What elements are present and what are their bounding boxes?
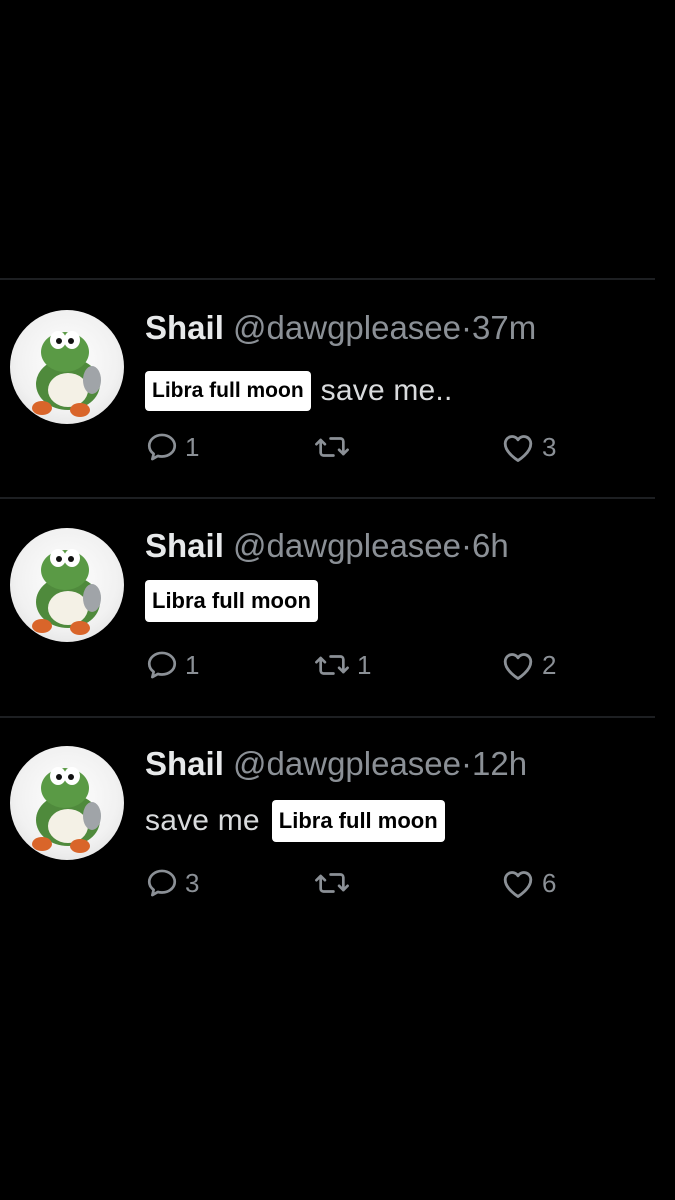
user-handle[interactable]: @dawgpleasee [233,527,461,564]
retweet-button[interactable] [313,863,357,903]
display-name[interactable]: Shail [145,309,224,346]
tweet-actions: 1 1 2 [145,645,585,685]
retweet-icon [315,655,349,675]
reply-count: 1 [185,649,200,680]
reply-count: 3 [185,867,200,898]
reply-button[interactable]: 1 [145,645,199,685]
tweet-text: save me [145,804,260,837]
display-name[interactable]: Shail [145,527,224,564]
tweet-2[interactable]: Shail @dawgpleasee·6h Libra full moon 1 … [0,500,675,715]
heart-icon [503,653,533,680]
like-button[interactable]: 6 [500,863,556,903]
retweet-icon [315,873,349,893]
caption-overlay: Libra full moon [271,800,445,842]
reply-icon [147,433,177,461]
yoshi-avatar-icon [32,767,101,853]
user-handle[interactable]: @dawgpleasee [233,309,461,346]
reply-button[interactable]: 1 [145,427,199,467]
reply-icon [147,869,177,897]
tweet-header: Shail @dawgpleasee·37m [145,308,536,348]
avatar[interactable] [10,310,124,424]
reply-count: 1 [185,431,200,462]
caption-overlay: Libra full moon [145,371,311,411]
retweet-button[interactable] [313,427,357,467]
like-count: 6 [542,867,557,898]
tweet-text: save me.. [320,374,453,407]
tweet-3[interactable]: Shail @dawgpleasee·12h save me Libra ful… [0,718,675,933]
tweet-header: Shail @dawgpleasee·6h [145,526,509,566]
user-handle[interactable]: @dawgpleasee [233,745,461,782]
tweet-body: Libra full moon [145,578,318,624]
avatar[interactable] [10,528,124,642]
reply-button[interactable]: 3 [145,863,199,903]
divider [0,278,655,280]
like-count: 3 [542,431,557,462]
retweet-button[interactable]: 1 [313,645,371,685]
tweet-body: Libra full moon save me.. [145,368,453,414]
heart-icon [503,435,533,462]
tweet-actions: 1 3 [145,427,585,467]
heart-icon [503,871,533,898]
separator-dot: · [461,745,473,782]
divider [0,497,655,499]
reply-icon [147,651,177,679]
tweet-header: Shail @dawgpleasee·12h [145,744,527,784]
timestamp[interactable]: 12h [472,745,527,782]
retweet-count: 1 [357,649,372,680]
retweet-icon [315,437,349,457]
separator-dot: · [461,527,473,564]
tweet-1[interactable]: Shail @dawgpleasee·37m Libra full moon s… [0,282,675,497]
caption-overlay: Libra full moon [145,580,318,622]
yoshi-avatar-icon [32,549,101,635]
like-count: 2 [542,649,557,680]
like-button[interactable]: 2 [500,645,556,685]
like-button[interactable]: 3 [500,427,556,467]
yoshi-avatar-icon [32,331,101,417]
avatar[interactable] [10,746,124,860]
timestamp[interactable]: 37m [472,309,536,346]
separator-dot: · [461,309,473,346]
tweet-feed: Shail @dawgpleasee·37m Libra full moon s… [0,0,675,1200]
tweet-actions: 3 6 [145,863,585,903]
timestamp[interactable]: 6h [472,527,509,564]
display-name[interactable]: Shail [145,745,224,782]
tweet-body: save me Libra full moon [145,798,445,844]
